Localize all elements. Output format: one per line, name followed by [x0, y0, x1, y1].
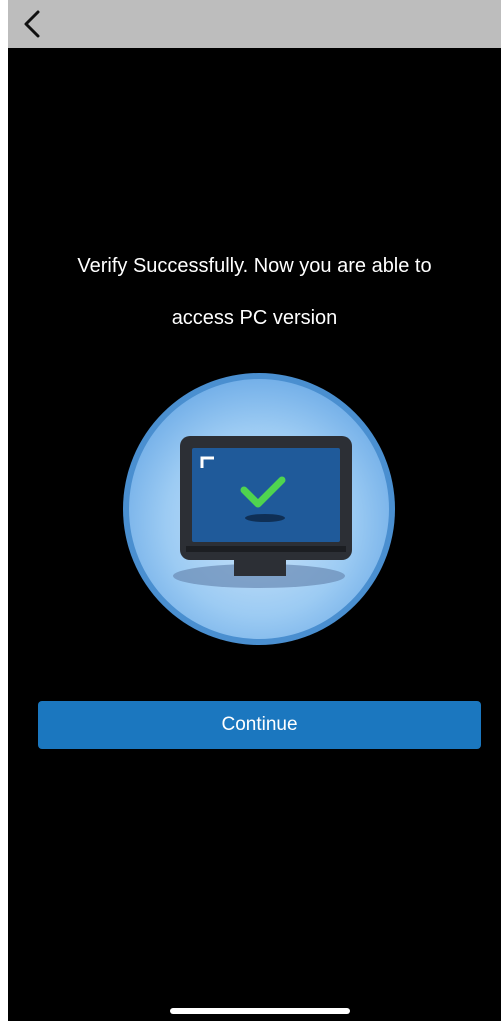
verification-success-screen: Verify Successfully. Now you are able to… [8, 0, 501, 1021]
continue-button[interactable]: Continue [38, 701, 481, 749]
back-button[interactable] [16, 6, 52, 42]
chevron-left-icon [24, 10, 40, 38]
home-indicator[interactable] [170, 1008, 350, 1014]
top-navigation-bar [8, 0, 501, 48]
monitor-checkmark-illustration [120, 370, 398, 648]
monitor-checkmark-icon [123, 373, 395, 645]
success-message: Verify Successfully. Now you are able to… [8, 240, 501, 344]
success-message-line-1: Verify Successfully. Now you are able to [77, 255, 432, 277]
success-message-line-2: access PC version [171, 307, 338, 329]
